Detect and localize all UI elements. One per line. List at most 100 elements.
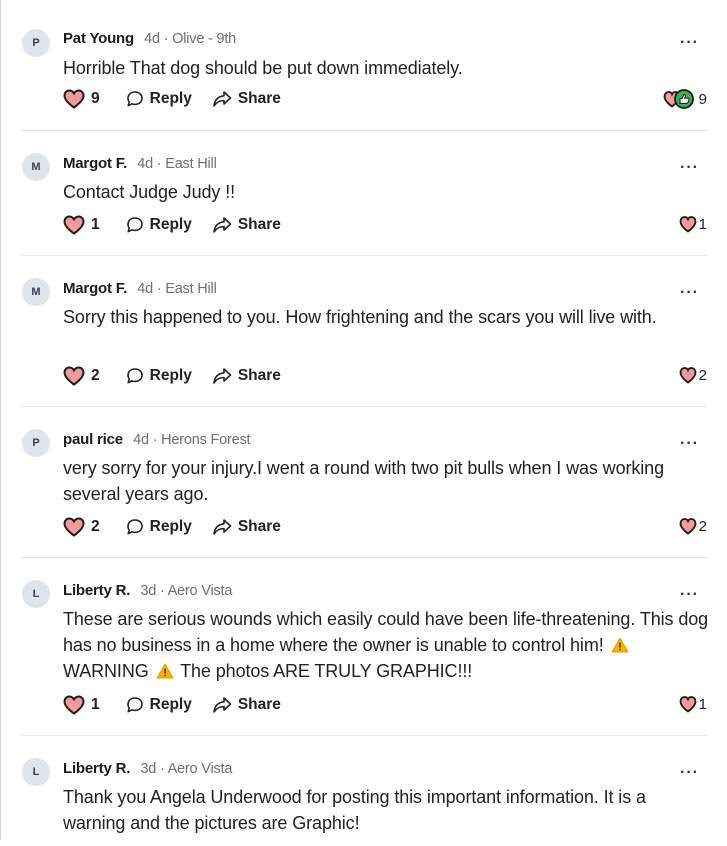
author-name[interactable]: Margot F. bbox=[63, 280, 127, 297]
reaction-count: 2 bbox=[698, 366, 707, 384]
comment-text: Horrible That dog should be put down imm… bbox=[63, 58, 463, 78]
reaction-summary[interactable]: 1 bbox=[679, 215, 707, 233]
comment-text: very sorry for your injury.I went a roun… bbox=[63, 458, 665, 504]
author-name[interactable]: Margot F. bbox=[63, 155, 127, 172]
heart-icon bbox=[679, 696, 697, 713]
reaction-count: 9 bbox=[698, 90, 707, 108]
comment-item: L Liberty R. 3d · Aero Vista ··· Thank y… bbox=[22, 736, 707, 846]
like-count: 2 bbox=[91, 367, 100, 384]
comment-header: Pat Young 4d · Olive - 9th bbox=[63, 29, 236, 49]
avatar[interactable]: L bbox=[22, 580, 50, 608]
more-options-icon[interactable]: ··· bbox=[680, 160, 699, 176]
comment-header: Margot F. 4d · East Hill bbox=[63, 154, 217, 174]
reaction-summary[interactable]: 9 bbox=[663, 89, 707, 109]
reply-label: Reply bbox=[149, 696, 192, 713]
reaction-count: 1 bbox=[698, 695, 707, 713]
comment-item: M Margot F. 4d · East Hill ··· Contact J… bbox=[22, 131, 707, 256]
heart-icon bbox=[63, 517, 85, 537]
share-label: Share bbox=[237, 90, 281, 107]
comment-item: L Liberty R. 3d · Aero Vista ··· These a… bbox=[22, 558, 708, 736]
share-icon bbox=[213, 91, 232, 107]
reply-label: Reply bbox=[149, 90, 192, 107]
like-button[interactable]: 1 bbox=[63, 695, 100, 715]
reply-label: Reply bbox=[149, 216, 192, 233]
share-icon bbox=[213, 519, 232, 535]
heart-icon bbox=[679, 367, 697, 384]
author-name[interactable]: Pat Young bbox=[63, 30, 134, 47]
more-options-icon[interactable]: ··· bbox=[680, 587, 699, 603]
like-count: 2 bbox=[91, 518, 100, 535]
share-label: Share bbox=[237, 696, 281, 713]
avatar[interactable]: P bbox=[22, 429, 50, 457]
heart-icon bbox=[679, 216, 697, 233]
share-button[interactable]: Share bbox=[212, 696, 281, 714]
left-border bbox=[0, 0, 1, 840]
comment-meta: 4d · East Hill bbox=[137, 156, 217, 172]
author-name[interactable]: Liberty R. bbox=[63, 582, 130, 599]
avatar[interactable]: M bbox=[22, 278, 50, 306]
share-button[interactable]: Share bbox=[212, 90, 281, 108]
share-label: Share bbox=[237, 518, 281, 535]
share-icon bbox=[213, 217, 232, 233]
share-icon bbox=[213, 697, 232, 713]
warning-icon bbox=[156, 663, 174, 679]
share-label: Share bbox=[237, 216, 281, 233]
heart-icon bbox=[679, 518, 697, 535]
avatar[interactable]: M bbox=[22, 153, 50, 181]
comment-actions: 2 Reply Share bbox=[63, 366, 281, 386]
thumbs-up-icon bbox=[673, 89, 694, 109]
like-count: 9 bbox=[91, 90, 100, 107]
reply-button[interactable]: Reply bbox=[126, 696, 192, 714]
share-icon bbox=[213, 368, 232, 384]
comment-header: paul rice 4d · Herons Forest bbox=[63, 430, 251, 450]
comment-item: M Margot F. 4d · East Hill ··· Sorry thi… bbox=[22, 256, 707, 407]
reaction-summary[interactable]: 2 bbox=[679, 366, 707, 384]
more-options-icon[interactable]: ··· bbox=[680, 436, 699, 452]
author-name[interactable]: Liberty R. bbox=[63, 760, 130, 777]
more-options-icon[interactable]: ··· bbox=[680, 35, 699, 51]
share-button[interactable]: Share bbox=[212, 367, 281, 385]
comment-meta: 4d · Herons Forest bbox=[133, 432, 251, 448]
reply-icon bbox=[126, 697, 143, 713]
comment-text: These are serious wounds which easily co… bbox=[63, 606, 713, 684]
comment-header: Liberty R. 3d · Aero Vista bbox=[63, 581, 232, 601]
reaction-summary[interactable]: 2 bbox=[679, 517, 707, 535]
avatar[interactable]: P bbox=[22, 29, 50, 57]
more-options-icon[interactable]: ··· bbox=[680, 285, 699, 301]
warning-icon bbox=[611, 637, 629, 653]
reaction-summary[interactable]: 1 bbox=[679, 695, 707, 713]
warning-text: WARNING bbox=[63, 661, 149, 681]
share-button[interactable]: Share bbox=[212, 216, 281, 234]
comment-meta: 3d · Aero Vista bbox=[140, 761, 233, 777]
like-button[interactable]: 1 bbox=[63, 215, 100, 235]
heart-icon bbox=[63, 89, 85, 109]
reply-button[interactable]: Reply bbox=[126, 518, 192, 536]
reply-icon bbox=[126, 217, 143, 233]
comment-text-part: The photos ARE TRULY GRAPHIC!!! bbox=[180, 661, 473, 681]
reply-button[interactable]: Reply bbox=[126, 367, 192, 385]
like-button[interactable]: 2 bbox=[63, 366, 100, 386]
more-options-icon[interactable]: ··· bbox=[680, 765, 699, 781]
share-label: Share bbox=[237, 367, 281, 384]
comment-meta: 3d · Aero Vista bbox=[140, 583, 233, 599]
reply-button[interactable]: Reply bbox=[126, 216, 192, 234]
like-button[interactable]: 2 bbox=[63, 517, 100, 537]
like-count: 1 bbox=[91, 216, 100, 233]
comment-header: Liberty R. 3d · Aero Vista bbox=[63, 759, 232, 779]
reply-icon bbox=[126, 91, 143, 107]
reply-icon bbox=[126, 519, 143, 535]
reply-label: Reply bbox=[149, 367, 192, 384]
comment-text: Sorry this happened to you. How frighten… bbox=[63, 307, 657, 327]
comment-actions: 1 Reply Share bbox=[63, 695, 281, 715]
avatar[interactable]: L bbox=[22, 758, 50, 786]
share-button[interactable]: Share bbox=[212, 518, 281, 536]
comment-meta: 4d · Olive - 9th bbox=[144, 31, 237, 47]
reply-icon bbox=[126, 368, 143, 384]
like-count: 1 bbox=[91, 696, 100, 713]
like-button[interactable]: 9 bbox=[63, 89, 100, 109]
heart-icon bbox=[63, 695, 85, 715]
author-name[interactable]: paul rice bbox=[63, 431, 123, 448]
reply-button[interactable]: Reply bbox=[126, 90, 192, 108]
comment-feed: P Pat Young 4d · Olive - 9th ··· Horribl… bbox=[22, 0, 708, 846]
reply-label: Reply bbox=[149, 518, 192, 535]
